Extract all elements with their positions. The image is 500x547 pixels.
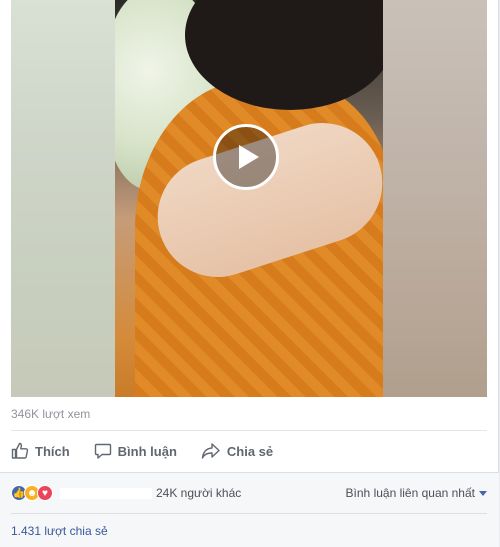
action-bar: Thích Bình luận Chia sẻ <box>11 433 487 469</box>
post-meta: 👍 ☻ ♥ 24K người khác Bình luận liên quan… <box>0 472 499 547</box>
like-button[interactable]: Thích <box>11 442 70 460</box>
thumbs-up-icon <box>11 442 29 459</box>
love-reaction-icon: ♥ <box>37 485 53 501</box>
share-arrow-icon <box>201 443 220 459</box>
comment-icon <box>94 443 111 459</box>
share-button[interactable]: Chia sẻ <box>201 442 273 460</box>
post-card: 346K lượt xem Thích Bình luận Chia sẻ 👍 <box>0 0 499 547</box>
play-button[interactable] <box>213 124 279 190</box>
play-icon <box>238 145 259 169</box>
video-blur-left <box>11 0 115 397</box>
share-count[interactable]: 1.431 lượt chia sẻ <box>11 524 108 538</box>
comment-button[interactable]: Bình luận <box>94 442 177 460</box>
comment-sort-dropdown[interactable]: Bình luận liên quan nhất <box>346 486 487 500</box>
view-count: 346K lượt xem <box>11 407 91 421</box>
like-label: Thích <box>35 443 70 459</box>
divider <box>11 430 487 431</box>
video-frame <box>115 0 383 397</box>
share-label: Chia sẻ <box>226 443 274 459</box>
video-player[interactable] <box>11 0 487 397</box>
video-blur-right <box>383 0 487 397</box>
caret-down-icon <box>479 490 487 496</box>
reactions-others[interactable]: 24K người khác <box>156 486 241 500</box>
redacted-name <box>60 487 152 499</box>
comment-label: Bình luận <box>117 443 177 459</box>
comment-sort-label: Bình luận liên quan nhất <box>345 486 475 500</box>
divider <box>11 513 487 514</box>
reactions-row: 👍 ☻ ♥ 24K người khác Bình luận liên quan… <box>11 473 487 513</box>
reaction-icons[interactable]: 👍 ☻ ♥ <box>11 485 53 501</box>
